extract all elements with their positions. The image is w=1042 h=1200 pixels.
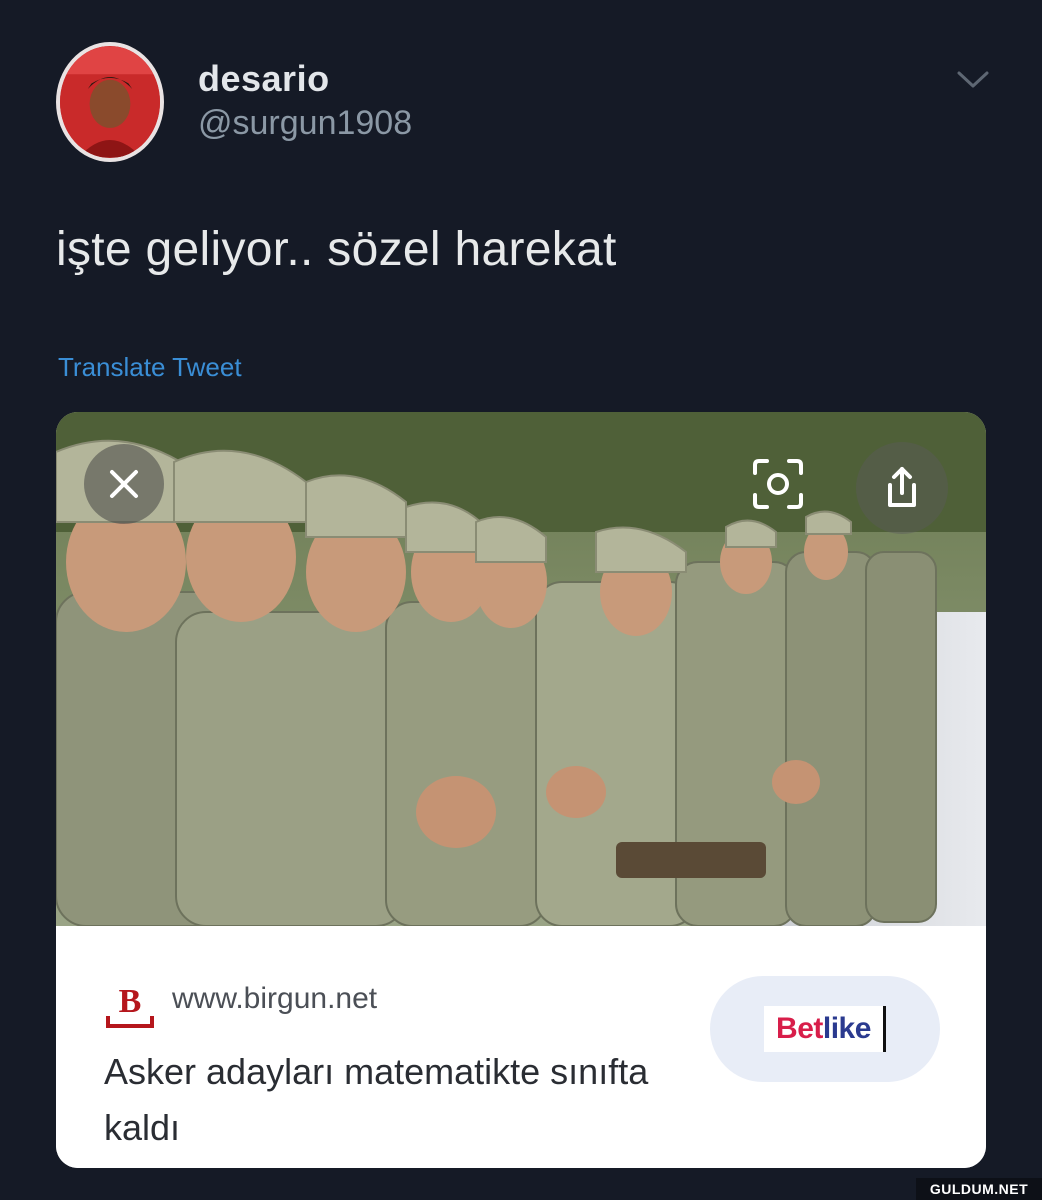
more-options-button[interactable]: [950, 60, 996, 100]
watermark: GULDUM.NET: [916, 1178, 1042, 1200]
soldiers-photo: [56, 412, 986, 926]
handle[interactable]: @surgun1908: [198, 104, 412, 143]
ad-logo-part2: like: [822, 1012, 872, 1045]
card-body: B www.birgun.net Asker adayları matemati…: [56, 926, 986, 1168]
link-card[interactable]: B www.birgun.net Asker adayları matemati…: [56, 412, 986, 1168]
card-photo: [56, 412, 986, 926]
share-icon: [888, 467, 916, 507]
share-button[interactable]: [856, 442, 948, 534]
source-domain[interactable]: www.birgun.net: [172, 982, 377, 1016]
betlike-logo: Betlike: [764, 1006, 886, 1052]
birgun-logo-icon: B: [106, 983, 154, 1028]
close-button[interactable]: [84, 444, 164, 524]
svg-text:B: B: [119, 983, 142, 1020]
chevron-down-icon: [957, 71, 989, 88]
tweet: desario @surgun1908 işte geliyor.. sözel…: [0, 0, 1042, 1200]
tweet-text: işte geliyor.. sözel harekat: [56, 223, 617, 276]
card-headline[interactable]: Asker adayları matematikte sınıfta kaldı: [104, 1044, 664, 1156]
ad-logo-part1: Bet: [776, 1012, 823, 1045]
source-logo: B: [104, 978, 156, 1030]
translate-tweet-link[interactable]: Translate Tweet: [58, 352, 242, 383]
sponsor-button[interactable]: Betlike: [710, 976, 940, 1082]
visual-search-icon: [753, 459, 803, 509]
display-name[interactable]: desario: [198, 58, 330, 100]
avatar[interactable]: [56, 42, 164, 162]
visual-search-button[interactable]: [738, 444, 818, 524]
close-icon: [110, 470, 138, 498]
avatar-image: [60, 46, 160, 158]
